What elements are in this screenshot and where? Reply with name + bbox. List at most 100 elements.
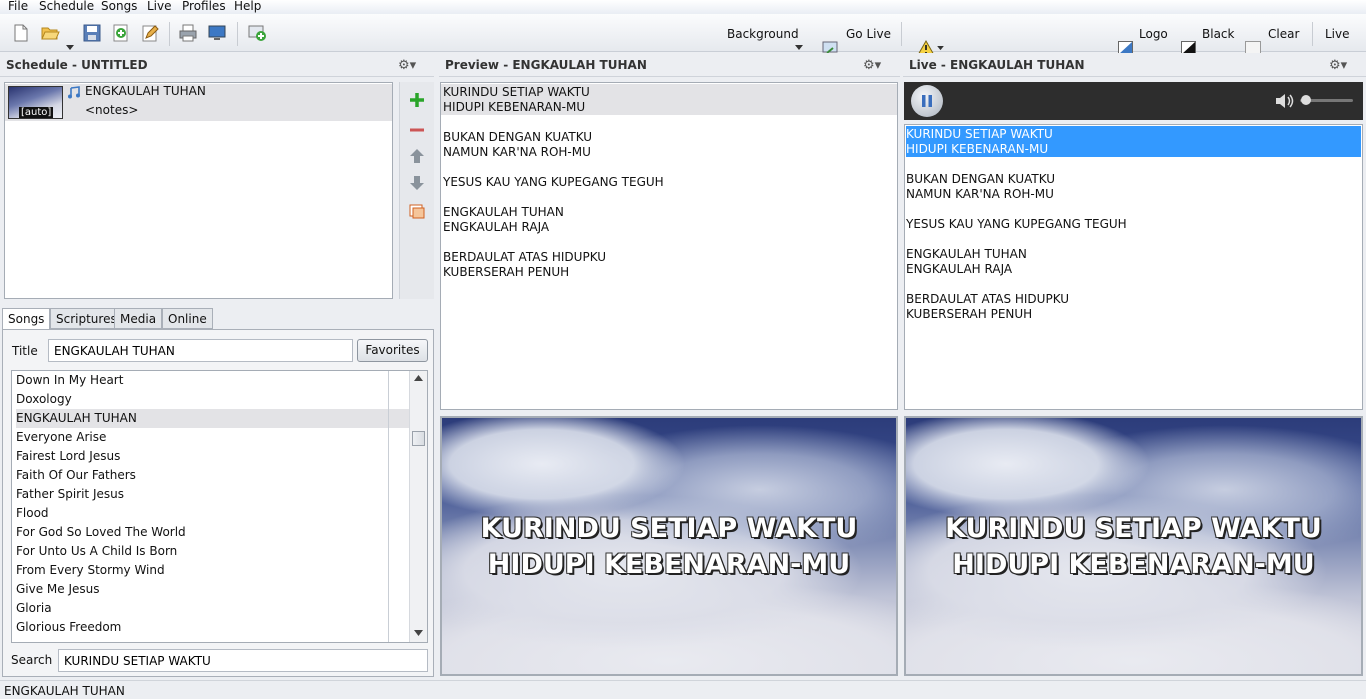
lyric-line: BUKAN DENGAN KUATKU <box>443 130 593 144</box>
background-button[interactable]: Background <box>727 27 799 41</box>
go-live-button[interactable]: Go Live <box>846 27 891 41</box>
move-up-icon[interactable] <box>409 148 425 164</box>
song-list-item[interactable]: Everyone Arise <box>16 428 409 447</box>
song-thumbnail: [auto] <box>8 86 63 119</box>
lyric-line: ENGKAULAH RAJA <box>906 262 1013 276</box>
search-input[interactable] <box>58 649 428 672</box>
title-input[interactable] <box>48 339 353 362</box>
song-list[interactable]: Down In My Heart Doxology ENGKAULAH TUHAN E… <box>11 370 428 643</box>
live-title: Live - ENGKAULAH TUHAN <box>909 58 1085 72</box>
monitor-icon[interactable] <box>207 23 227 43</box>
library-tabs: Songs Scriptures Media Online <box>2 308 434 331</box>
song-list-item[interactable]: From Every Stormy Wind <box>16 561 409 580</box>
song-list-item[interactable]: Flood <box>16 504 409 523</box>
volume-icon[interactable] <box>1274 92 1294 110</box>
move-down-icon[interactable] <box>409 175 425 191</box>
tab-online[interactable]: Online <box>162 308 213 329</box>
live-lyrics[interactable]: KURINDU SETIAP WAKTU HIDUPI KEBENARAN-MU B… <box>904 124 1363 410</box>
lyric-line: NAMUN KAR'NA ROH-MU <box>906 187 1054 201</box>
live-slide: KURINDU SETIAP WAKTU HIDUPI KEBENARAN-MU <box>904 416 1363 676</box>
thumb-label: [auto] <box>19 107 54 118</box>
lyric-line: KUBERSERAH PENUH <box>443 265 570 279</box>
song-list-item[interactable]: Doxology <box>16 390 409 409</box>
open-dropdown-icon[interactable] <box>66 45 74 51</box>
favorites-button[interactable]: Favorites <box>357 339 428 362</box>
toolbar: Background Go Live Logo Black Clear Live <box>0 14 1366 56</box>
lyric-line: KURINDU SETIAP WAKTU <box>906 127 1053 141</box>
preview-slide-line2: HIDUPI KEBENARAN-MU <box>487 549 851 580</box>
presentation-icon[interactable] <box>408 202 426 220</box>
preview-lyrics[interactable]: KURINDU SETIAP WAKTU HIDUPI KEBENARAN-MU B… <box>440 82 898 410</box>
gear-icon[interactable]: ⚙▾ <box>398 58 416 73</box>
title-label: Title <box>12 344 38 358</box>
gear-icon[interactable]: ⚙▾ <box>863 58 881 73</box>
volume-handle[interactable] <box>1301 95 1311 105</box>
song-list-item[interactable]: Give Me Jesus <box>16 580 409 599</box>
schedule-actions <box>399 82 434 299</box>
lyric-line: KURINDU SETIAP WAKTU <box>443 85 590 99</box>
live-button[interactable]: Live <box>1325 27 1350 41</box>
song-list-item[interactable]: For Unto Us A Child Is Born <box>16 542 409 561</box>
add-item-icon[interactable] <box>111 23 131 43</box>
scroll-down-icon[interactable] <box>414 630 423 636</box>
menu-bar: File Schedule Songs Live Profiles Help <box>0 0 1366 14</box>
song-list-item[interactable]: Father Spirit Jesus <box>16 485 409 504</box>
song-list-scrollbar[interactable] <box>409 371 427 642</box>
schedule-list[interactable]: [auto] ENGKAULAH TUHAN <notes> <box>4 82 393 299</box>
lyric-line: ENGKAULAH RAJA <box>443 220 550 234</box>
menu-schedule[interactable]: Schedule <box>39 0 94 13</box>
song-list-item[interactable]: ENGKAULAH TUHAN <box>16 409 409 428</box>
song-list-item[interactable]: Glorious Freedom <box>16 618 409 637</box>
menu-help[interactable]: Help <box>234 0 261 13</box>
lyric-line: ENGKAULAH TUHAN <box>443 205 564 219</box>
pause-button[interactable] <box>911 85 943 117</box>
warning-dropdown-icon[interactable] <box>937 46 944 51</box>
gear-icon[interactable]: ⚙▾ <box>1329 58 1347 73</box>
song-list-item[interactable]: Gloria <box>16 599 409 618</box>
print-icon[interactable] <box>178 23 198 43</box>
lyric-line: NAMUN KAR'NA ROH-MU <box>443 145 591 159</box>
song-list-item[interactable]: Down In My Heart <box>16 371 409 390</box>
song-list-item[interactable]: Fairest Lord Jesus <box>16 447 409 466</box>
tab-songs[interactable]: Songs <box>2 308 51 331</box>
scroll-thumb[interactable] <box>412 431 425 446</box>
menu-profiles[interactable]: Profiles <box>182 0 226 13</box>
song-list-item[interactable]: Faith Of Our Fathers <box>16 466 409 485</box>
status-bar: ENGKAULAH TUHAN <box>0 680 1366 699</box>
lyric-line: HIDUPI KEBENARAN-MU <box>906 142 1049 156</box>
clear-button[interactable]: Clear <box>1268 27 1299 41</box>
preview-title: Preview - ENGKAULAH TUHAN <box>445 58 647 72</box>
tab-scriptures[interactable]: Scriptures <box>50 308 123 329</box>
logo-button[interactable]: Logo <box>1139 27 1168 41</box>
save-icon[interactable] <box>82 23 102 43</box>
lyric-line: YESUS KAU YANG KUPEGANG TEGUH <box>443 175 664 189</box>
status-text: ENGKAULAH TUHAN <box>4 684 125 698</box>
schedule-item-notes: <notes> <box>85 103 139 117</box>
chevron-down-icon[interactable] <box>795 45 803 51</box>
preview-header: Preview - ENGKAULAH TUHAN ⚙▾ <box>439 53 900 77</box>
lyric-line: YESUS KAU YANG KUPEGANG TEGUH <box>906 217 1127 231</box>
media-controls <box>904 82 1363 120</box>
menu-songs[interactable]: Songs <box>101 0 137 13</box>
song-list-item[interactable]: For God So Loved The World <box>16 523 409 542</box>
edit-icon[interactable] <box>140 23 160 43</box>
schedule-title: Schedule - UNTITLED <box>6 58 148 72</box>
lyric-line: HIDUPI KEBENARAN-MU <box>443 100 586 114</box>
add-screen-icon[interactable] <box>247 23 267 43</box>
music-note-icon <box>68 86 80 99</box>
live-header: Live - ENGKAULAH TUHAN ⚙▾ <box>903 53 1366 77</box>
add-icon[interactable] <box>409 92 425 108</box>
lyric-line: BERDAULAT ATAS HIDUPKU <box>906 292 1070 306</box>
new-file-icon[interactable] <box>11 23 31 43</box>
preview-slide-line1: KURINDU SETIAP WAKTU <box>480 513 858 544</box>
scroll-up-icon[interactable] <box>414 375 423 381</box>
remove-icon[interactable] <box>409 122 425 138</box>
lyric-line: BUKAN DENGAN KUATKU <box>906 172 1056 186</box>
menu-live[interactable]: Live <box>147 0 172 13</box>
open-folder-icon[interactable] <box>40 23 60 43</box>
tab-media[interactable]: Media <box>114 308 163 329</box>
search-label: Search <box>11 653 53 667</box>
lyric-line: BERDAULAT ATAS HIDUPKU <box>443 250 607 264</box>
black-button[interactable]: Black <box>1202 27 1234 41</box>
menu-file[interactable]: File <box>8 0 28 13</box>
